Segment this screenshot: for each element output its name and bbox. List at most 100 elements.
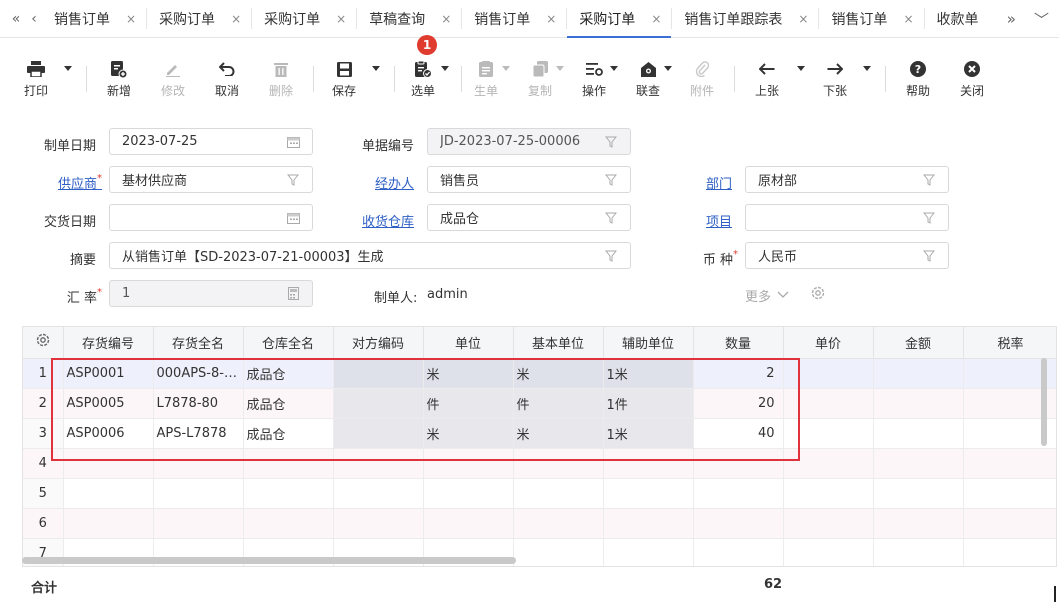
cell-empty[interactable] (873, 478, 963, 508)
tab-item[interactable]: 销售订单× (819, 0, 923, 37)
select-caret-icon[interactable] (441, 66, 449, 71)
cell-name[interactable]: 000APS-8-4... (153, 358, 243, 388)
filter-icon[interactable] (604, 135, 618, 149)
gear-icon[interactable] (35, 332, 51, 352)
column-header[interactable]: 存货全名 (153, 327, 243, 358)
column-header[interactable]: 单位 (423, 327, 513, 358)
table-row[interactable]: 1ASP0001000APS-8-4...成品仓米米1米2 (23, 358, 1057, 388)
cell-name[interactable]: APS-L7878 (153, 418, 243, 448)
table-row[interactable]: 2ASP0005L7878-80成品仓件件1件20 (23, 388, 1057, 418)
cell-empty[interactable] (783, 538, 873, 568)
column-header[interactable]: 仓库全名 (243, 327, 333, 358)
cell-wh[interactable] (243, 478, 333, 508)
supplier-field[interactable]: 基材供应商 (109, 166, 313, 193)
delete-button[interactable]: 删除 (267, 58, 295, 99)
cell-empty[interactable] (783, 508, 873, 538)
cell-unit[interactable]: 件 (423, 388, 513, 418)
calendar-icon[interactable] (286, 135, 300, 149)
cell-code[interactable]: ASP0006 (63, 418, 153, 448)
cell-wh[interactable]: 成品仓 (243, 388, 333, 418)
column-header[interactable]: 数量 (693, 327, 783, 358)
tab-item[interactable]: 销售订单跟踪表× (672, 0, 818, 37)
close-button[interactable]: 关闭 (958, 58, 986, 99)
cell-wh[interactable]: 成品仓 (243, 358, 333, 388)
cell-empty[interactable] (873, 358, 963, 388)
dept-field[interactable]: 原材部 (745, 166, 949, 193)
generate-caret-icon[interactable] (502, 66, 510, 71)
filter-icon[interactable] (604, 249, 618, 263)
cell-base[interactable] (513, 478, 603, 508)
calendar-icon[interactable] (286, 211, 300, 225)
cell-peer[interactable] (333, 508, 423, 538)
column-header[interactable]: 对方编码 (333, 327, 423, 358)
cell-qty[interactable]: 20 (693, 388, 783, 418)
cell-aux[interactable] (603, 538, 693, 568)
tab-close-icon[interactable]: × (441, 12, 451, 26)
cell-aux[interactable] (603, 508, 693, 538)
tab-item[interactable]: 销售订单× (462, 0, 566, 37)
tab-item[interactable]: 销售订单× (42, 0, 146, 37)
cell-empty[interactable] (873, 538, 963, 568)
prev-record-caret-icon[interactable] (797, 66, 805, 71)
cell-aux[interactable]: 1米 (603, 418, 693, 448)
warehouse-field[interactable]: 成品仓 (427, 204, 631, 231)
cell-peer[interactable] (333, 478, 423, 508)
cell-aux[interactable]: 1件 (603, 388, 693, 418)
table-row[interactable]: 6 (23, 508, 1057, 538)
generate-button[interactable]: 生单 (472, 58, 500, 99)
print-button[interactable]: 打印 (22, 58, 50, 99)
cell-peer[interactable] (333, 418, 423, 448)
save-caret-icon[interactable] (372, 66, 380, 71)
project-field[interactable] (745, 204, 949, 231)
cell-unit[interactable] (423, 448, 513, 478)
cancel-button[interactable]: 取消 (213, 58, 241, 99)
column-settings-cell[interactable] (23, 327, 63, 358)
cell-empty[interactable] (873, 448, 963, 478)
cell-unit[interactable]: 米 (423, 418, 513, 448)
cell-unit[interactable] (423, 508, 513, 538)
tab-close-icon[interactable]: × (231, 12, 241, 26)
delivery-date-field[interactable] (109, 204, 313, 231)
project-label[interactable]: 项目 (690, 211, 732, 230)
cell-unit[interactable] (423, 478, 513, 508)
copy-button[interactable]: 复制 (526, 58, 554, 99)
filter-icon[interactable] (922, 211, 936, 225)
filter-icon[interactable] (604, 173, 618, 187)
scroll-tabs-left-icon[interactable]: ‹ (26, 0, 42, 37)
cell-empty[interactable] (783, 478, 873, 508)
vertical-scrollbar[interactable] (1041, 358, 1047, 446)
tabs-dropdown-icon[interactable]: ﹀ (1034, 9, 1049, 30)
column-header[interactable]: 金额 (873, 327, 963, 358)
column-header[interactable]: 辅助单位 (603, 327, 693, 358)
cell-empty[interactable] (873, 388, 963, 418)
filter-icon[interactable] (286, 173, 300, 187)
date-field[interactable]: 2023-07-25 (109, 128, 313, 155)
scroll-tabs-right-icon[interactable]: » (1007, 10, 1016, 28)
supplier-label-text[interactable]: 供应商 (58, 177, 97, 192)
print-caret-icon[interactable] (64, 66, 72, 71)
handler-field[interactable]: 销售员 (427, 166, 631, 193)
tab-item[interactable]: 草稿查询× (357, 0, 461, 37)
cell-empty[interactable] (783, 358, 873, 388)
tab-item[interactable]: 收款单 (925, 0, 989, 37)
help-button[interactable]: ? 帮助 (904, 58, 932, 99)
horizontal-scrollbar[interactable] (22, 557, 516, 564)
cell-code[interactable] (63, 508, 153, 538)
column-header[interactable]: 单价 (783, 327, 873, 358)
cell-base[interactable] (513, 448, 603, 478)
cell-code[interactable]: ASP0001 (63, 358, 153, 388)
tab-close-icon[interactable]: × (651, 12, 661, 26)
new-button[interactable]: 新增 (105, 58, 133, 99)
cell-peer[interactable] (333, 448, 423, 478)
dept-label[interactable]: 部门 (690, 173, 732, 192)
tab-close-icon[interactable]: × (336, 12, 346, 26)
cell-empty[interactable] (963, 478, 1057, 508)
cell-base[interactable]: 米 (513, 418, 603, 448)
cell-unit[interactable]: 米 (423, 358, 513, 388)
cell-code[interactable]: ASP0005 (63, 388, 153, 418)
cell-peer[interactable] (333, 388, 423, 418)
cell-name[interactable] (153, 478, 243, 508)
column-header[interactable]: 税率 (963, 327, 1057, 358)
cell-qty[interactable] (693, 478, 783, 508)
cell-code[interactable] (63, 478, 153, 508)
